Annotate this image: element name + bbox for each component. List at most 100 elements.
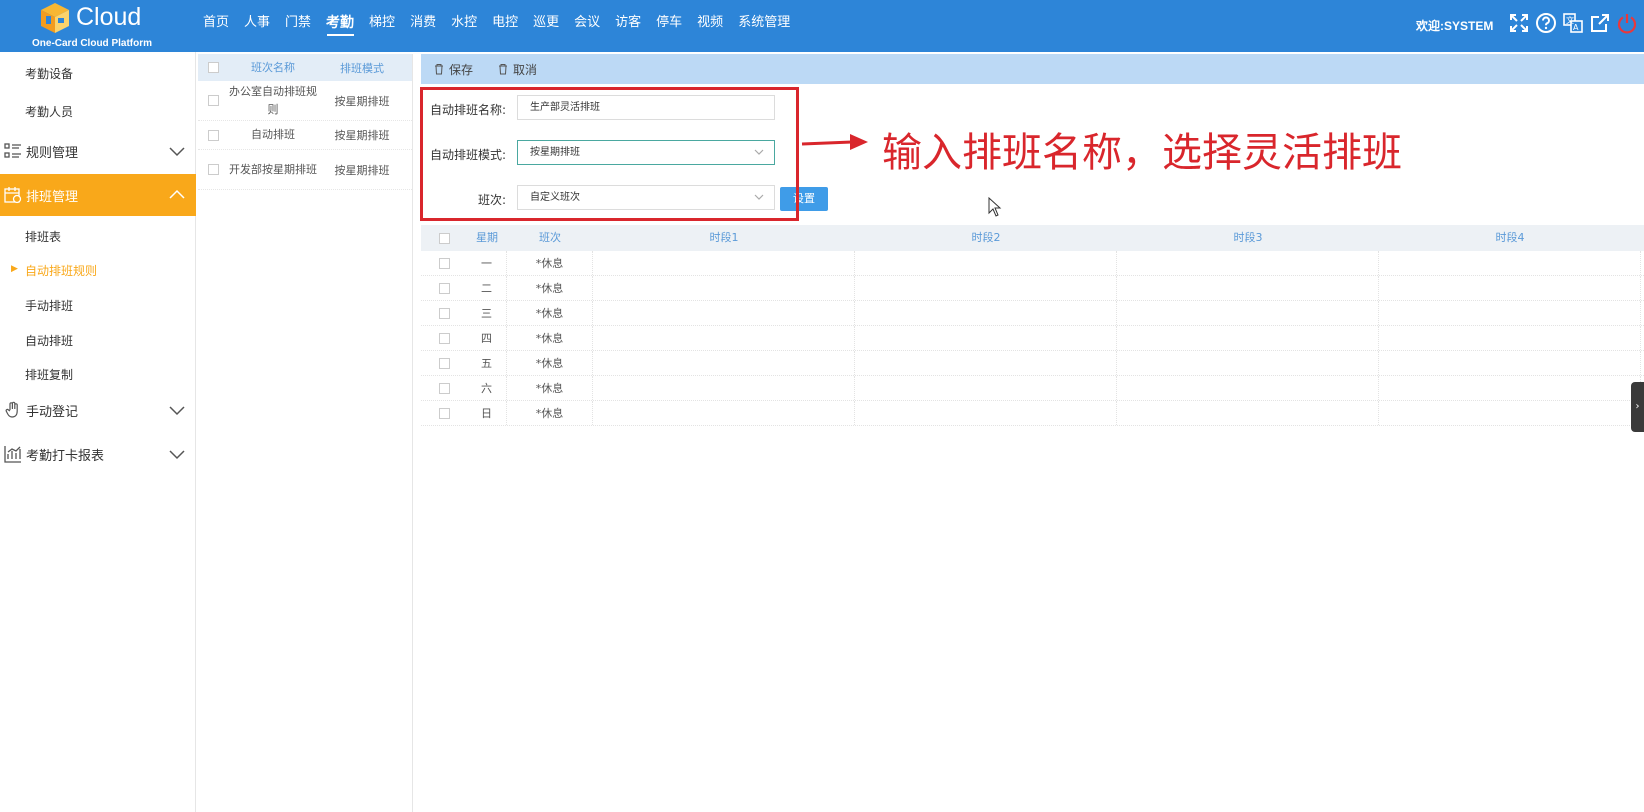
row-checkbox[interactable] <box>438 282 450 294</box>
column-header-shift[interactable]: 班次 <box>507 225 593 251</box>
nav-parking[interactable]: 停车 <box>649 0 690 52</box>
column-header-segment-4[interactable]: 时段4 <box>1379 225 1641 251</box>
sidebar-group-schedule[interactable]: 排班管理 <box>0 174 196 216</box>
nav-electric[interactable]: 电控 <box>485 0 526 52</box>
segment-cell <box>1379 401 1641 425</box>
table-row[interactable]: 日 *休息 <box>421 401 1644 426</box>
segment-cell <box>1117 401 1379 425</box>
logo: Cloud One-Card Cloud Platform <box>30 0 165 52</box>
table-row[interactable]: 三 *休息 <box>421 301 1644 326</box>
sidebar-item-attendance-staff[interactable]: 考勤人员 <box>25 103 73 120</box>
table-row[interactable]: 五 *休息 <box>421 351 1644 376</box>
nav-water[interactable]: 水控 <box>444 0 485 52</box>
nav-hr[interactable]: 人事 <box>237 0 278 52</box>
svg-text:A: A <box>1573 23 1579 32</box>
list-item[interactable]: 自动排班 按星期排班 <box>198 121 412 150</box>
column-header-segment-3[interactable]: 时段3 <box>1117 225 1379 251</box>
segment-cell <box>855 251 1117 275</box>
sidebar-group-rules[interactable]: 规则管理 <box>0 130 196 172</box>
segment-cell <box>593 376 855 400</box>
sidebar-group-report[interactable]: 考勤打卡报表 <box>0 433 196 475</box>
shift-cell[interactable]: *休息 <box>507 376 593 400</box>
annotation-highlight-box <box>420 87 799 221</box>
nav-patrol[interactable]: 巡更 <box>526 0 567 52</box>
logo-cube-icon <box>41 3 69 33</box>
column-header-name[interactable]: 班次名称 <box>228 59 318 77</box>
sidebar-item-auto-rule[interactable]: 自动排班规则 <box>25 262 97 279</box>
shift-cell[interactable]: *休息 <box>507 351 593 375</box>
help-icon[interactable] <box>1535 12 1557 34</box>
row-checkbox[interactable] <box>438 407 450 419</box>
sidebar-item-manual-schedule[interactable]: 手动排班 <box>25 297 73 314</box>
row-checkbox[interactable] <box>207 129 219 141</box>
table-row[interactable]: 二 *休息 <box>421 276 1644 301</box>
segment-cell <box>1379 326 1641 350</box>
cancel-button[interactable]: 取消 <box>497 61 537 78</box>
nav-visitor[interactable]: 访客 <box>608 0 649 52</box>
sidebar-item-auto-schedule[interactable]: 自动排班 <box>25 332 73 349</box>
chevron-down-icon <box>169 450 185 460</box>
external-link-icon[interactable] <box>1589 12 1611 34</box>
row-checkbox[interactable] <box>207 164 219 175</box>
header-tools: 文 A <box>1508 12 1638 34</box>
row-checkbox[interactable] <box>438 357 450 369</box>
nav-elevator[interactable]: 梯控 <box>362 0 403 52</box>
save-button[interactable]: 保存 <box>433 61 473 78</box>
side-drawer-toggle[interactable]: › <box>1631 382 1644 432</box>
rule-mode: 按星期排班 <box>334 163 390 177</box>
power-icon[interactable] <box>1616 12 1638 34</box>
fullscreen-icon[interactable] <box>1508 12 1530 34</box>
row-checkbox[interactable] <box>438 307 450 319</box>
list-item[interactable]: 开发部按星期排班 按星期排班 <box>198 150 412 190</box>
rule-mode: 按星期排班 <box>334 129 390 142</box>
day-cell: 五 <box>467 351 507 375</box>
edit-toolbar: 保存 取消 <box>421 54 1644 84</box>
nav-attendance[interactable]: 考勤 <box>319 0 362 52</box>
rule-name: 自动排班 <box>251 128 295 141</box>
nav-consumption[interactable]: 消费 <box>403 0 444 52</box>
row-checkbox[interactable] <box>438 257 450 269</box>
sidebar-group-manual[interactable]: 手动登记 <box>0 389 196 431</box>
column-header-segment-1[interactable]: 时段1 <box>593 225 855 251</box>
column-header-day[interactable]: 星期 <box>467 225 507 251</box>
segment-cell <box>593 301 855 325</box>
shift-cell[interactable]: *休息 <box>507 276 593 300</box>
sidebar-item-attendance-device[interactable]: 考勤设备 <box>25 65 73 82</box>
list-item[interactable]: 办公室自动排班规则 按星期排班 <box>198 81 412 121</box>
nav-video[interactable]: 视频 <box>690 0 731 52</box>
sidebar-item-schedule-table[interactable]: 排班表 <box>25 228 61 245</box>
sidebar-group-label: 考勤打卡报表 <box>26 448 105 464</box>
chevron-down-icon <box>169 147 185 157</box>
nav-meeting[interactable]: 会议 <box>567 0 608 52</box>
table-row[interactable]: 一 *休息 <box>421 251 1644 276</box>
day-cell: 二 <box>467 276 507 300</box>
sidebar-item-schedule-copy[interactable]: 排班复制 <box>25 366 73 383</box>
row-checkbox[interactable] <box>438 382 450 394</box>
day-cell: 三 <box>467 301 507 325</box>
language-icon[interactable]: 文 A <box>1562 12 1584 34</box>
rule-name: 开发部按星期排班 <box>229 162 317 176</box>
nav-home[interactable]: 首页 <box>196 0 237 52</box>
nav-access[interactable]: 门禁 <box>278 0 319 52</box>
table-row[interactable]: 六 *休息 <box>421 376 1644 401</box>
shift-cell[interactable]: *休息 <box>507 301 593 325</box>
segment-cell <box>1117 376 1379 400</box>
day-cell: 日 <box>467 401 507 425</box>
column-header-segment-2[interactable]: 时段2 <box>855 225 1117 251</box>
segment-cell <box>855 276 1117 300</box>
column-header-mode[interactable]: 排班模式 <box>318 60 406 76</box>
select-all-checkbox[interactable] <box>207 62 219 73</box>
shift-cell[interactable]: *休息 <box>507 401 593 425</box>
segment-cell <box>855 401 1117 425</box>
shift-cell[interactable]: *休息 <box>507 326 593 350</box>
active-arrow-icon: ▶ <box>11 264 18 274</box>
list-icon <box>4 143 21 158</box>
trash-icon <box>435 64 443 75</box>
row-checkbox[interactable] <box>438 332 450 344</box>
table-row[interactable]: 四 *休息 <box>421 326 1644 351</box>
shift-cell[interactable]: *休息 <box>507 251 593 275</box>
select-all-checkbox[interactable] <box>438 232 450 244</box>
annotation-text: 输入排班名称，选择灵活排班 <box>882 130 1402 176</box>
nav-system[interactable]: 系统管理 <box>731 0 798 52</box>
row-checkbox[interactable] <box>207 95 219 106</box>
